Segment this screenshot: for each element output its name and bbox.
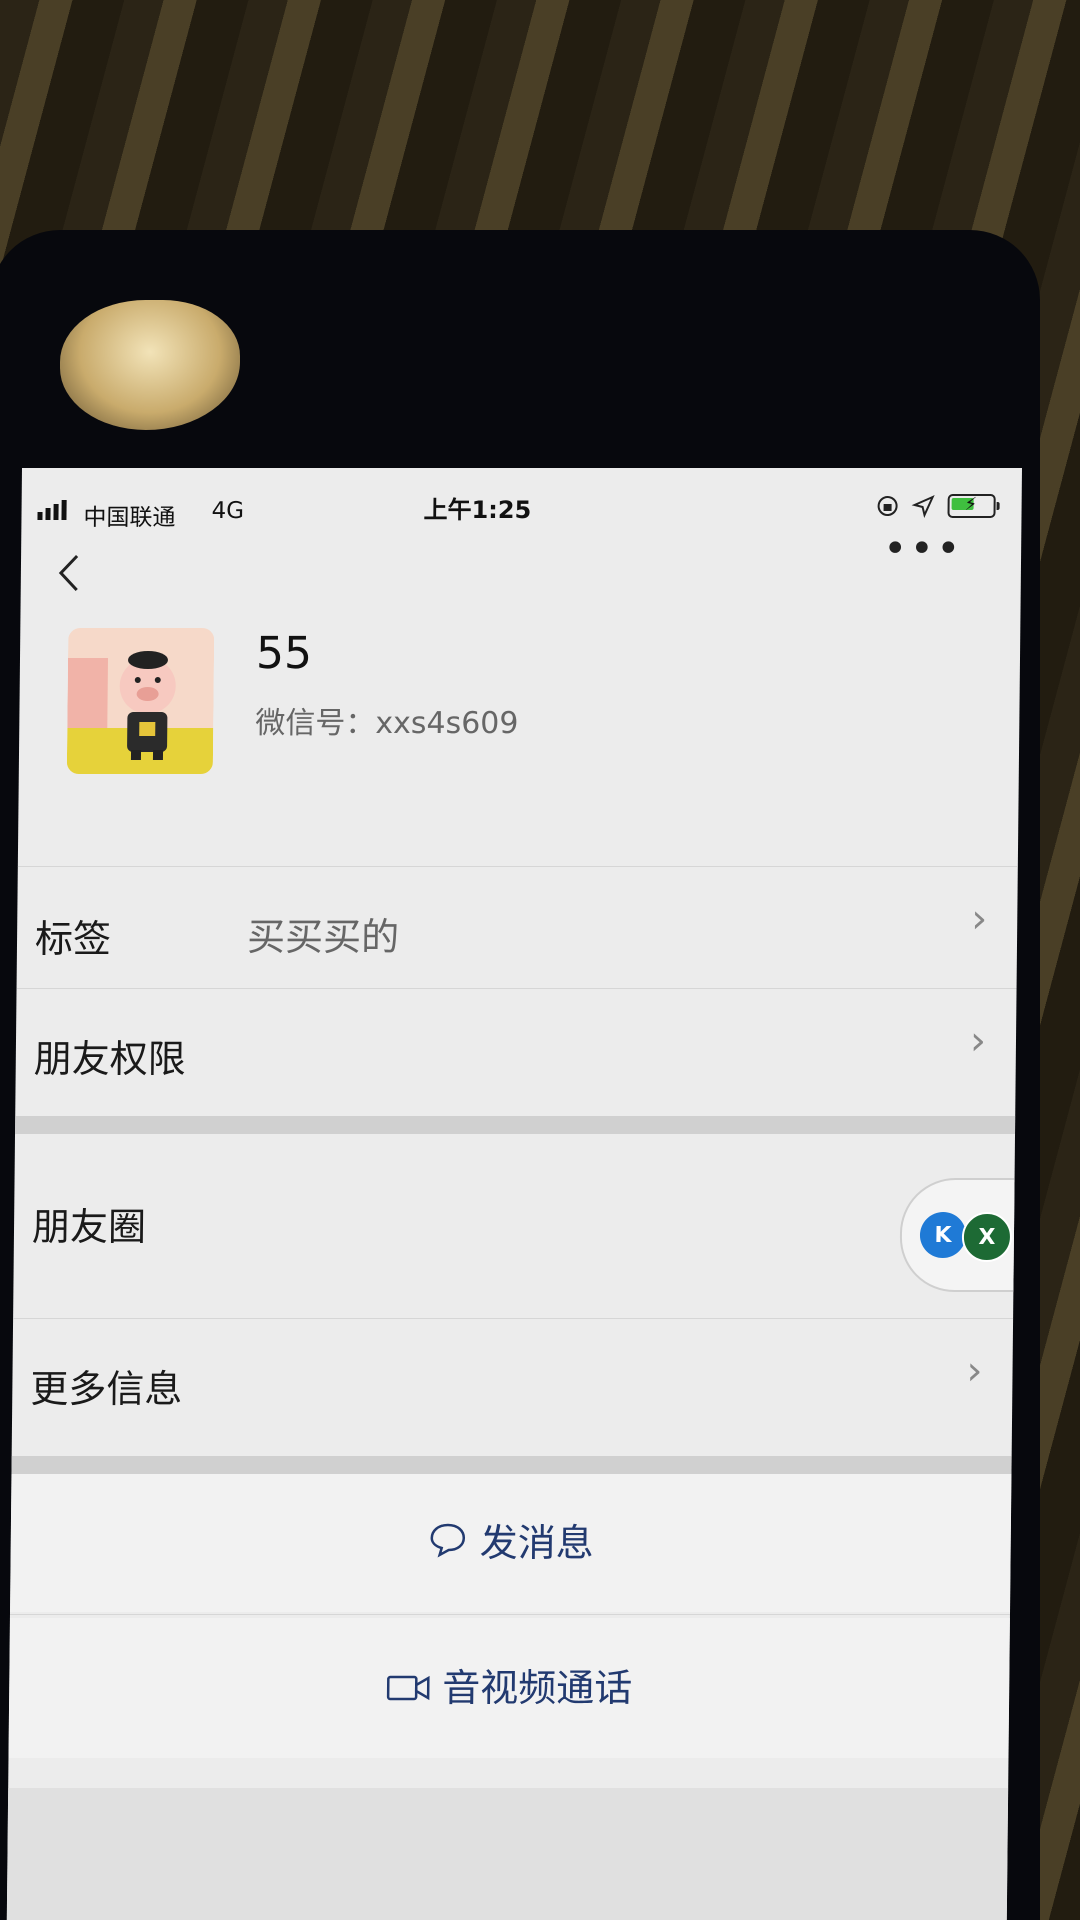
send-message-button[interactable]: 发消息 xyxy=(10,1474,1012,1615)
profile-header: 55 微信号：xxs4s609 xyxy=(18,628,1020,838)
row-value: 买买买的 xyxy=(246,915,400,959)
chevron-right-icon: › xyxy=(969,1018,987,1064)
send-message-label: 发消息 xyxy=(479,1521,594,1565)
bottom-area xyxy=(6,1788,1009,1920)
chat-bubble-icon xyxy=(427,1477,468,1615)
divider xyxy=(9,1614,1010,1615)
avatar[interactable] xyxy=(66,628,215,774)
section-gap xyxy=(15,1116,1016,1134)
video-call-label: 音视频通话 xyxy=(441,1666,633,1710)
carrier-label: 中国联通 xyxy=(83,505,176,531)
location-arrow-icon xyxy=(911,495,935,518)
more-dots-icon[interactable]: ••• xyxy=(883,526,963,572)
status-time: 上午1:25 xyxy=(423,496,532,524)
status-bar: 中国联通 4G 上午1:25 ⚡ xyxy=(21,468,1022,534)
moments-preview-bubble[interactable]: K X xyxy=(899,1178,1023,1292)
row-label: 标签 xyxy=(34,917,112,961)
chevron-left-icon[interactable] xyxy=(49,548,90,598)
row-moments[interactable]: 朋友圈 xyxy=(14,1148,1015,1268)
row-more-info[interactable]: 更多信息 › xyxy=(12,1328,1013,1438)
row-friend-permissions[interactable]: 朋友权限 › xyxy=(15,998,1016,1108)
video-camera-icon xyxy=(385,1621,430,1761)
divider xyxy=(13,1318,1014,1319)
chevron-right-icon: › xyxy=(966,1348,983,1394)
status-right: ⚡ xyxy=(875,494,996,518)
row-label: 朋友权限 xyxy=(33,1037,187,1081)
row-label: 更多信息 xyxy=(30,1367,183,1411)
nav-bar: ••• xyxy=(21,526,1022,598)
section-gap xyxy=(11,1456,1012,1474)
network-label: 4G xyxy=(211,498,245,524)
video-call-button[interactable]: 音视频通话 xyxy=(8,1618,1010,1761)
moments-preview-avatar: K xyxy=(919,1212,967,1258)
divider xyxy=(16,988,1017,989)
battery-charging-icon: ⚡ xyxy=(947,494,996,518)
pig-cartoon-avatar xyxy=(66,628,215,774)
chevron-right-icon: › xyxy=(971,896,988,942)
divider xyxy=(17,866,1018,867)
moments-preview-avatar: X xyxy=(961,1212,1013,1262)
wechat-contact-screen: 中国联通 4G 上午1:25 ⚡ ••• 55 微信号：xxs4s609 标签 … xyxy=(6,468,1023,1920)
signal-icon xyxy=(37,500,67,520)
contact-name: 55 xyxy=(255,628,313,679)
wechat-id: 微信号：xxs4s609 xyxy=(255,706,519,741)
row-label: 朋友圈 xyxy=(31,1205,147,1249)
row-tags[interactable]: 标签 买买买的 › xyxy=(17,878,1018,978)
rotation-lock-icon xyxy=(877,496,898,516)
